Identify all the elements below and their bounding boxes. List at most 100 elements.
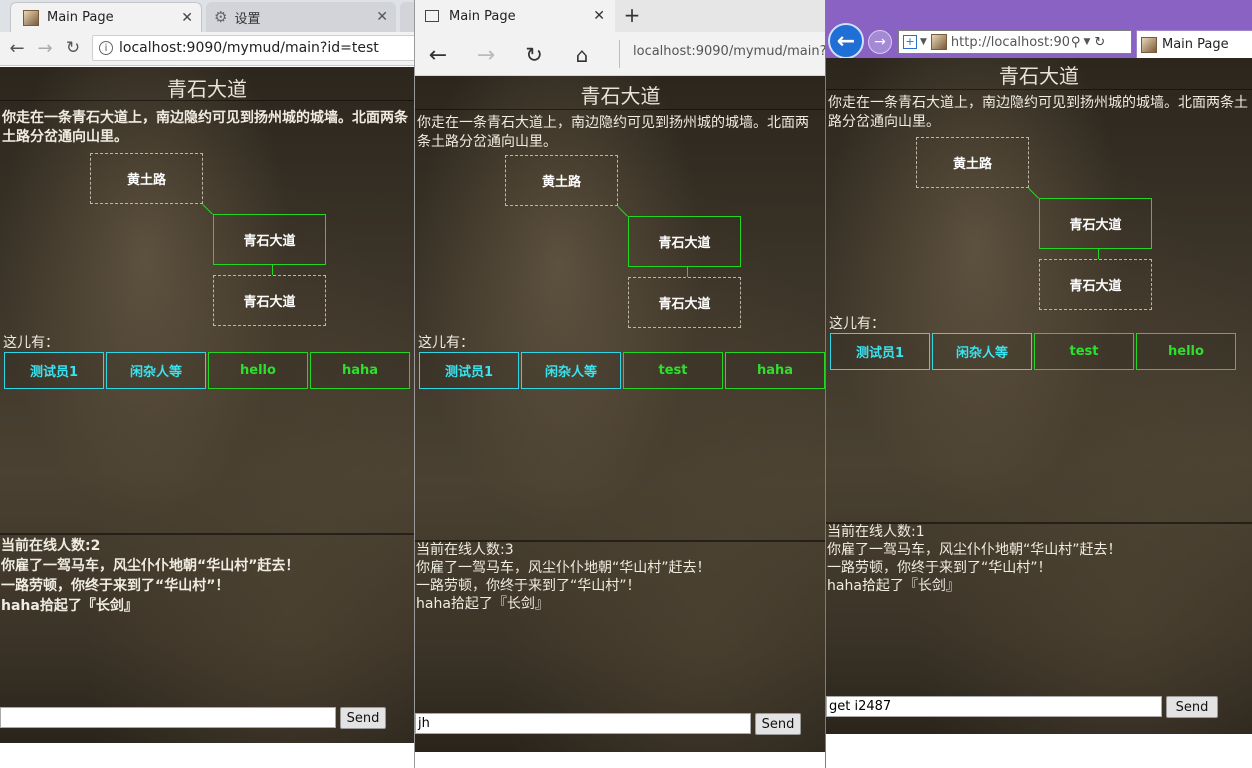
forward-arrow-icon[interactable]: →: [34, 37, 56, 59]
divider: [0, 533, 414, 535]
map-exit-north[interactable]: 黄土路: [916, 137, 1029, 188]
log-line: haha拾起了『长剑』: [1, 598, 138, 614]
address-text: localhost:9090/mymud/main?id=test: [119, 40, 379, 56]
page-icon: [425, 10, 439, 22]
map-connector: [1098, 249, 1099, 259]
map-exit-south[interactable]: 青石大道: [213, 275, 326, 326]
forward-arrow-icon[interactable]: →: [473, 42, 499, 68]
new-tab-icon[interactable]: +: [621, 3, 643, 27]
toolbar-divider: [619, 40, 620, 68]
address-bar[interactable]: i localhost:9090/mymud/main?id=test: [92, 35, 414, 61]
player-button[interactable]: hello: [1136, 333, 1236, 370]
home-icon[interactable]: ⌂: [569, 42, 595, 68]
map-connector: [1028, 188, 1039, 199]
player-button[interactable]: test: [1034, 333, 1134, 370]
map-exit-south[interactable]: 青石大道: [1039, 259, 1152, 310]
player-button[interactable]: haha: [725, 352, 825, 389]
favicon-icon: [1141, 36, 1157, 53]
forward-arrow-icon[interactable]: →: [868, 30, 892, 54]
tab-partial[interactable]: [400, 2, 414, 32]
player-button[interactable]: haha: [310, 352, 410, 389]
log-line: 当前在线人数:1: [827, 524, 925, 540]
room-description: 你走在一条青石大道上，南边隐约可见到扬州城的城墙。北面两条土路分岔通向山里。: [417, 115, 809, 150]
tab-main-page[interactable]: Main Page: [1136, 30, 1252, 58]
tab-title: Main Page: [47, 10, 114, 25]
npc-list: 测试员1 闲杂人等 test haha: [419, 352, 825, 389]
search-icon[interactable]: ⚲: [1071, 35, 1081, 50]
npc-button[interactable]: 闲杂人等: [106, 352, 206, 389]
log-line: haha拾起了『长剑』: [416, 596, 549, 612]
dropdown-arrow-icon[interactable]: ▼: [920, 37, 927, 47]
back-arrow-icon[interactable]: ←: [828, 23, 864, 59]
room-title: 青石大道: [415, 80, 826, 110]
info-icon[interactable]: i: [99, 41, 113, 55]
map-exit-north[interactable]: 黄土路: [90, 153, 203, 204]
tab-strip: Main Page ✕ +: [415, 0, 826, 32]
npc-button[interactable]: 测试员1: [4, 352, 104, 389]
log-line: 一路劳顿，你终于来到了“华山村”！: [827, 560, 1052, 576]
map-exit-north[interactable]: 黄土路: [505, 155, 618, 206]
edge-window: Main Page ✕ + ← → ↻ ⌂ localhost:9090/mym…: [414, 0, 826, 768]
refresh-icon[interactable]: ↻: [521, 42, 547, 68]
send-button[interactable]: Send: [340, 707, 386, 729]
player-button[interactable]: test: [623, 352, 723, 389]
tab-main-page[interactable]: Main Page ✕: [10, 2, 202, 32]
toolbar: ← → ↻ i localhost:9090/mymud/main?id=tes…: [0, 32, 414, 66]
here-label: 这儿有：: [829, 316, 885, 332]
player-button[interactable]: hello: [208, 352, 308, 389]
room-title: 青石大道: [826, 60, 1252, 90]
map-connector: [617, 206, 628, 217]
close-tab-icon[interactable]: ✕: [593, 8, 605, 24]
map-exit-south[interactable]: 青石大道: [628, 277, 741, 328]
npc-list: 测试员1 闲杂人等 test hello: [830, 333, 1236, 370]
tab-title: Main Page: [1162, 37, 1229, 52]
room-description: 你走在一条青石大道上，南边隐约可见到扬州城的城墙。北面两条土路分岔通向山里。: [2, 110, 408, 145]
log-line: 当前在线人数:2: [1, 538, 101, 554]
address-text: http://localhost:9090: [950, 34, 1069, 50]
command-input[interactable]: get i2487: [826, 696, 1162, 717]
send-button[interactable]: Send: [755, 713, 801, 735]
log-line: 你雇了一驾马车，风尘仆仆地朝“华山村”赶去！: [827, 542, 1122, 558]
message-log: 当前在线人数:1 你雇了一驾马车，风尘仆仆地朝“华山村”赶去！ 一路劳顿，你终于…: [827, 523, 1250, 595]
address-bar[interactable]: + ▼ http://localhost:9090 ⚲ ▼ ↻: [898, 30, 1132, 54]
room-title: 青石大道: [0, 73, 414, 101]
close-tab-icon[interactable]: ✕: [376, 9, 388, 25]
message-log: 当前在线人数:3 你雇了一驾马车，风尘仆仆地朝“华山村”赶去！ 一路劳顿，你终于…: [416, 541, 824, 613]
send-button[interactable]: Send: [1166, 696, 1218, 718]
map-connector: [202, 204, 213, 215]
reload-icon[interactable]: ↻: [62, 37, 84, 59]
back-arrow-icon[interactable]: ←: [425, 42, 451, 68]
ie-window: ← → + ▼ http://localhost:9090 ⚲ ▼ ↻ Main…: [825, 0, 1252, 768]
title-bar: ← → + ▼ http://localhost:9090 ⚲ ▼ ↻ Main…: [826, 0, 1252, 59]
here-label: 这儿有：: [418, 335, 474, 351]
back-arrow-icon[interactable]: ←: [6, 37, 28, 59]
tab-main-page[interactable]: Main Page ✕: [415, 0, 615, 32]
log-line: 当前在线人数:3: [416, 542, 514, 558]
npc-button[interactable]: 测试员1: [830, 333, 930, 370]
npc-button[interactable]: 测试员1: [419, 352, 519, 389]
log-line: 一路劳顿，你终于来到了“华山村”！: [1, 578, 230, 594]
compat-icon[interactable]: +: [903, 35, 917, 49]
npc-button[interactable]: 闲杂人等: [521, 352, 621, 389]
npc-list: 测试员1 闲杂人等 hello haha: [4, 352, 410, 389]
map-current-room: 青石大道: [213, 214, 326, 265]
command-input[interactable]: [0, 707, 336, 728]
map-current-room: 青石大道: [628, 216, 741, 267]
npc-button[interactable]: 闲杂人等: [932, 333, 1032, 370]
refresh-icon[interactable]: ↻: [1094, 35, 1105, 50]
favicon-icon: [930, 34, 947, 50]
map-connector: [272, 265, 273, 275]
log-line: 你雇了一驾马车，风尘仆仆地朝“华山村”赶去！: [416, 560, 711, 576]
address-bar[interactable]: localhost:9090/mymud/main?id=h: [633, 44, 826, 59]
tab-settings[interactable]: ⚙ 设置 ✕: [206, 2, 396, 32]
game-panel: 青石大道 你走在一条青石大道上，南边隐约可见到扬州城的城墙。北面两条土路分岔通向…: [0, 67, 414, 743]
tab-title: Main Page: [449, 8, 516, 24]
close-tab-icon[interactable]: ✕: [181, 10, 193, 26]
game-panel: 青石大道 你走在一条青石大道上，南边隐约可见到扬州城的城墙。北面两条土路分岔通向…: [415, 76, 826, 752]
message-log: 当前在线人数:2 你雇了一驾马车，风尘仆仆地朝“华山村”赶去！ 一路劳顿，你终于…: [1, 536, 412, 616]
dropdown-arrow-icon[interactable]: ▼: [1083, 37, 1090, 47]
tab-strip: Main Page ✕ ⚙ 设置 ✕: [0, 0, 414, 32]
favicon-icon: [23, 9, 39, 26]
command-input[interactable]: jh: [415, 713, 751, 734]
tab-title: 设置: [234, 11, 261, 27]
